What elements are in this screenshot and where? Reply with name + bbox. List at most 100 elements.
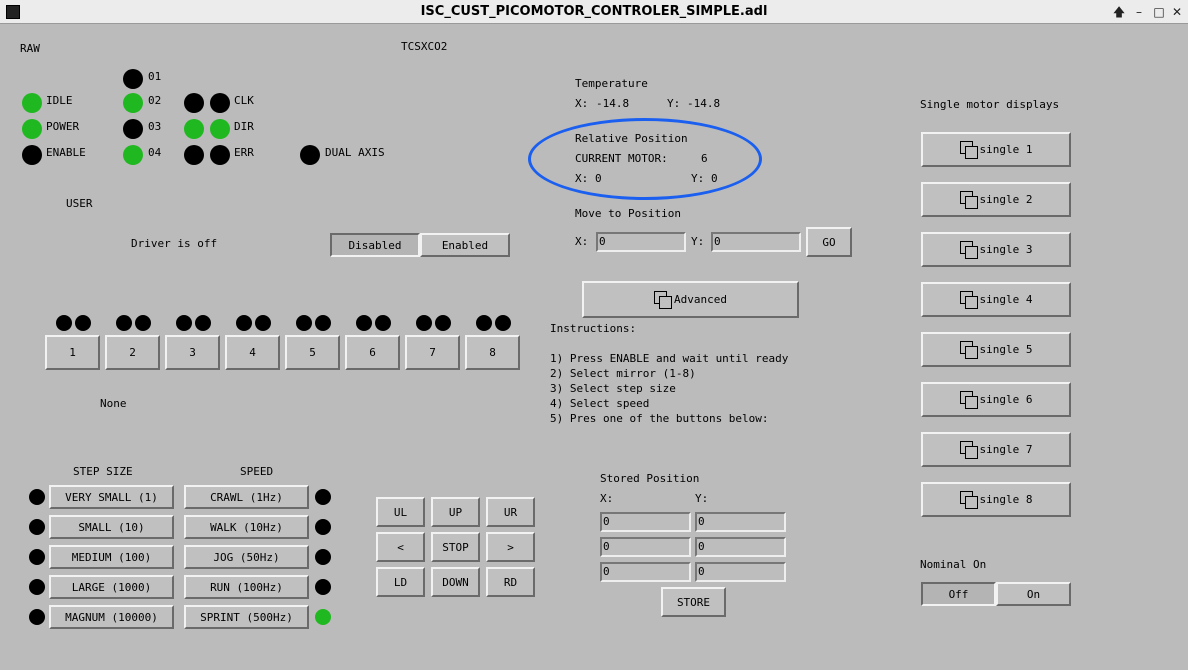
jog-ur-button[interactable]: UR — [486, 497, 535, 527]
step-large-button[interactable]: LARGE (1000) — [49, 575, 174, 599]
motor-5-button[interactable]: 5 — [285, 335, 340, 370]
single-7-button[interactable]: single 7 — [921, 432, 1071, 467]
step-medium-button[interactable]: MEDIUM (100) — [49, 545, 174, 569]
motor-4-led-b — [255, 315, 271, 331]
nominal-off-button[interactable]: Off — [921, 582, 996, 606]
relative-x-value: 0 — [595, 172, 602, 185]
store-button[interactable]: STORE — [661, 587, 726, 617]
channel-01-label: 01 — [148, 70, 162, 83]
instruction-line-5: 5) Pres one of the buttons below: — [550, 412, 769, 425]
move-y-label: Y: — [691, 235, 705, 248]
err-led-a — [184, 145, 204, 165]
speed-walk-button[interactable]: WALK (10Hz) — [184, 515, 309, 539]
driver-enabled-button[interactable]: Enabled — [420, 233, 510, 257]
speed-jog-led — [315, 549, 331, 565]
jog-right-button[interactable]: > — [486, 532, 535, 562]
stored-y-input-3[interactable]: 0 — [695, 562, 786, 582]
motor-3-button[interactable]: 3 — [165, 335, 220, 370]
single-8-button[interactable]: single 8 — [921, 482, 1071, 517]
motor-1-led-a — [56, 315, 72, 331]
driver-status-text: Driver is off — [131, 237, 218, 250]
single-2-label: single 2 — [979, 193, 1033, 206]
jog-stop-button[interactable]: STOP — [431, 532, 480, 562]
power-label: POWER — [46, 120, 80, 133]
selected-motor-text: None — [100, 397, 127, 410]
jog-left-button[interactable]: < — [376, 532, 425, 562]
power-led — [22, 119, 42, 139]
stored-y-input-1[interactable]: 0 — [695, 512, 786, 532]
step-size-header: STEP SIZE — [73, 465, 133, 478]
nominal-on-header: Nominal On — [920, 558, 987, 571]
move-y-input[interactable]: 0 — [711, 232, 801, 252]
stored-x-input-2[interactable]: 0 — [600, 537, 691, 557]
stored-x-label: X: — [600, 492, 614, 505]
motor-1-button[interactable]: 1 — [45, 335, 100, 370]
speed-sprint-button[interactable]: SPRINT (500Hz) — [184, 605, 309, 629]
speed-run-button[interactable]: RUN (100Hz) — [184, 575, 309, 599]
step-very-small-button[interactable]: VERY SMALL (1) — [49, 485, 174, 509]
step-small-led — [29, 519, 45, 535]
keep-above-icon[interactable]: 🡅 — [1110, 2, 1128, 22]
motor-4-button[interactable]: 4 — [225, 335, 280, 370]
speed-walk-led — [315, 519, 331, 535]
jog-ul-button[interactable]: UL — [376, 497, 425, 527]
jog-up-button[interactable]: UP — [431, 497, 480, 527]
step-very-small-led — [29, 489, 45, 505]
channel-03-led — [123, 119, 143, 139]
related-display-icon — [959, 390, 978, 409]
single-5-button[interactable]: single 5 — [921, 332, 1071, 367]
jog-ld-button[interactable]: LD — [376, 567, 425, 597]
close-icon[interactable]: ✕ — [1168, 2, 1186, 22]
stored-x-input-1[interactable]: 0 — [600, 512, 691, 532]
stored-x-input-3[interactable]: 0 — [600, 562, 691, 582]
related-display-icon — [959, 190, 978, 209]
speed-header: SPEED — [240, 465, 274, 478]
minimize-icon[interactable]: – — [1130, 2, 1148, 22]
dual-axis-led — [300, 145, 320, 165]
single-1-label: single 1 — [979, 143, 1033, 156]
related-display-icon — [959, 440, 978, 459]
single-6-button[interactable]: single 6 — [921, 382, 1071, 417]
motor-2-button[interactable]: 2 — [105, 335, 160, 370]
temperature-y-label: Y: — [667, 97, 681, 110]
speed-crawl-led — [315, 489, 331, 505]
device-label: TCSXCO2 — [401, 40, 448, 53]
single-2-button[interactable]: single 2 — [921, 182, 1071, 217]
single-1-button[interactable]: single 1 — [921, 132, 1071, 167]
speed-sprint-led — [315, 609, 331, 625]
step-magnum-button[interactable]: MAGNUM (10000) — [49, 605, 174, 629]
single-4-label: single 4 — [979, 293, 1033, 306]
stored-y-label: Y: — [695, 492, 709, 505]
single-3-button[interactable]: single 3 — [921, 232, 1071, 267]
channel-04-label: 04 — [148, 146, 162, 159]
related-display-icon — [959, 140, 978, 159]
motor-7-button[interactable]: 7 — [405, 335, 460, 370]
maximize-icon[interactable]: □ — [1150, 2, 1168, 22]
motor-6-button[interactable]: 6 — [345, 335, 400, 370]
go-button[interactable]: GO — [806, 227, 852, 257]
channel-01-led — [123, 69, 143, 89]
motor-2-led-a — [116, 315, 132, 331]
dir-led-a — [184, 119, 204, 139]
move-to-position-header: Move to Position — [575, 207, 681, 220]
move-x-input[interactable]: 0 — [596, 232, 686, 252]
step-small-button[interactable]: SMALL (10) — [49, 515, 174, 539]
driver-disabled-button[interactable]: Disabled — [330, 233, 420, 257]
idle-label: IDLE — [46, 94, 73, 107]
single-4-button[interactable]: single 4 — [921, 282, 1071, 317]
related-display-icon — [959, 340, 978, 359]
stored-position-header: Stored Position — [600, 472, 700, 485]
related-display-icon — [959, 490, 978, 509]
jog-down-button[interactable]: DOWN — [431, 567, 480, 597]
speed-run-led — [315, 579, 331, 595]
motor-5-led-a — [296, 315, 312, 331]
nominal-on-button[interactable]: On — [996, 582, 1071, 606]
speed-crawl-button[interactable]: CRAWL (1Hz) — [184, 485, 309, 509]
stored-y-input-2[interactable]: 0 — [695, 537, 786, 557]
window-titlebar: ISC_CUST_PICOMOTOR_CONTROLER_SIMPLE.adl … — [0, 0, 1188, 24]
jog-rd-button[interactable]: RD — [486, 567, 535, 597]
single-5-label: single 5 — [979, 343, 1033, 356]
advanced-button[interactable]: Advanced — [582, 281, 799, 318]
motor-8-button[interactable]: 8 — [465, 335, 520, 370]
speed-jog-button[interactable]: JOG (50Hz) — [184, 545, 309, 569]
